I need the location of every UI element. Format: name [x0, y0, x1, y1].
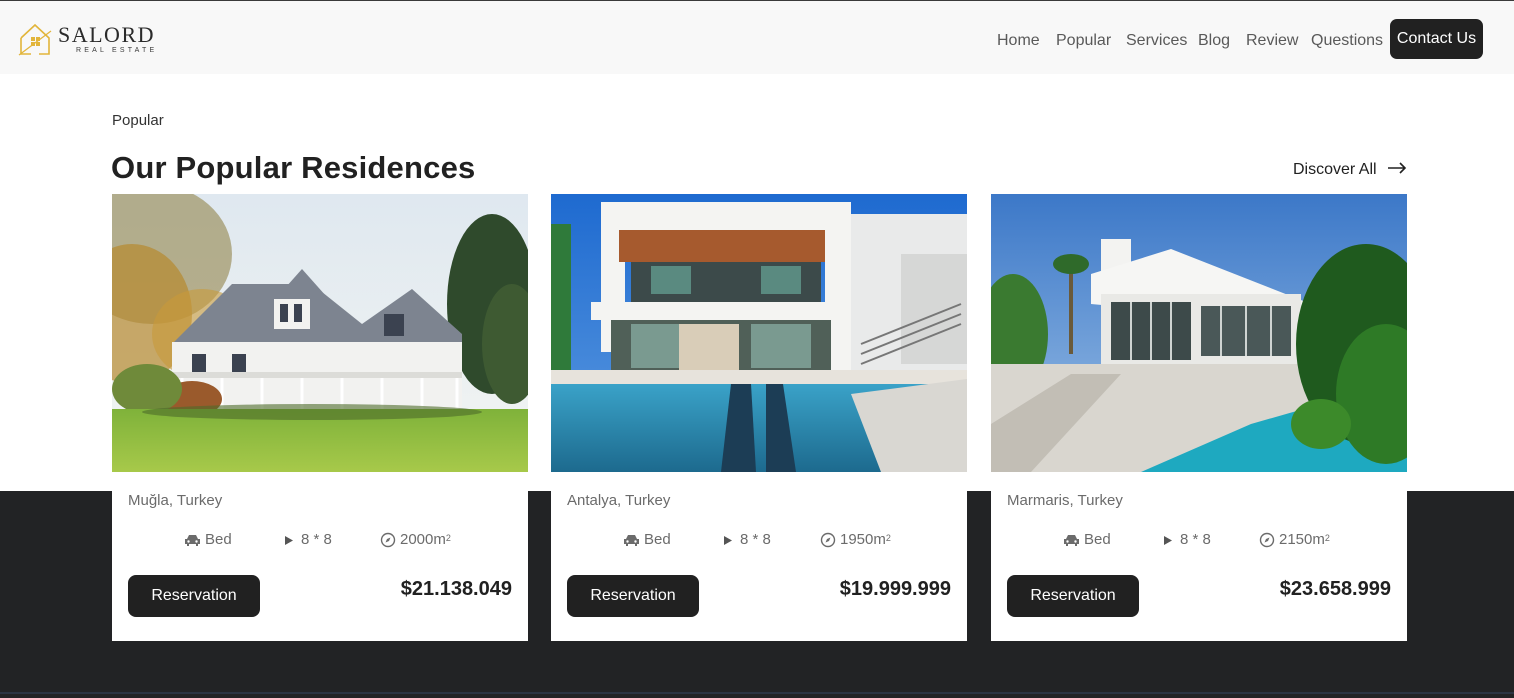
- rooms-feature: 8 * 8: [284, 531, 332, 549]
- villa-pool-photo[interactable]: [551, 194, 967, 472]
- car-icon: [1064, 534, 1079, 546]
- area-feature: 1950m 2: [820, 531, 891, 549]
- car-icon: [185, 534, 200, 546]
- discover-all-link[interactable]: Discover All: [1293, 160, 1377, 180]
- navbar: SALORD REAL ESTATE Home Popular Services…: [0, 1, 1514, 74]
- area-label: 1950m: [840, 531, 886, 548]
- area-label: 2000m: [400, 531, 446, 548]
- area-label: 2150m: [1279, 531, 1325, 548]
- compass-icon: [1259, 532, 1275, 548]
- section-label: Popular: [112, 112, 164, 129]
- bottom-divider: [0, 692, 1514, 694]
- listing-location: Muğla, Turkey: [128, 492, 223, 509]
- brand-name: SALORD: [58, 22, 156, 47]
- brand-tagline: REAL ESTATE: [76, 47, 158, 54]
- listing-location: Antalya, Turkey: [567, 492, 671, 509]
- nav-review[interactable]: Review: [1246, 31, 1298, 50]
- play-icon: [285, 535, 293, 545]
- bed-feature: Bed: [623, 531, 671, 549]
- logo[interactable]: SALORD REAL ESTATE: [18, 21, 168, 59]
- listing-price: $19.999.999: [839, 578, 951, 600]
- compass-icon: [380, 532, 396, 548]
- bed-label: Bed: [644, 531, 671, 548]
- house-logo-icon: [18, 23, 52, 56]
- section-title: Our Popular Residences: [111, 150, 476, 185]
- listing-location: Marmaris, Turkey: [1007, 492, 1123, 509]
- reservation-button[interactable]: Reservation: [1007, 575, 1139, 617]
- rooms-label: 8 * 8: [1180, 531, 1211, 548]
- arrow-right-icon[interactable]: [1386, 158, 1408, 178]
- contact-us-button[interactable]: Contact Us: [1390, 19, 1483, 59]
- rooms-label: 8 * 8: [301, 531, 332, 548]
- listing-price: $23.658.999: [1279, 578, 1391, 600]
- bed-label: Bed: [205, 531, 232, 548]
- bed-label: Bed: [1084, 531, 1111, 548]
- rooms-feature: 8 * 8: [723, 531, 771, 549]
- play-icon: [1164, 535, 1172, 545]
- area-unit-exponent: 2: [445, 533, 451, 543]
- listing-card[interactable]: Antalya, Turkey Bed 8 * 8 1950m 2 Reserva…: [551, 194, 967, 641]
- nav-services[interactable]: Services: [1126, 31, 1187, 50]
- area-unit-exponent: 2: [1324, 533, 1330, 543]
- listing-price: $21.138.049: [400, 578, 512, 600]
- play-icon: [724, 535, 732, 545]
- house-photo[interactable]: [112, 194, 528, 472]
- reservation-button[interactable]: Reservation: [567, 575, 699, 617]
- rooms-feature: 8 * 8: [1163, 531, 1211, 549]
- bed-feature: Bed: [184, 531, 232, 549]
- car-icon: [624, 534, 639, 546]
- nav-blog[interactable]: Blog: [1198, 31, 1230, 50]
- area-feature: 2150m 2: [1259, 531, 1330, 549]
- nav-questions[interactable]: Questions: [1311, 31, 1383, 50]
- area-unit-exponent: 2: [885, 533, 891, 543]
- reservation-button[interactable]: Reservation: [128, 575, 260, 617]
- listing-card[interactable]: Marmaris, Turkey Bed 8 * 8 2150m 2 Reserv…: [991, 194, 1407, 641]
- modern-house-photo[interactable]: [991, 194, 1407, 472]
- compass-icon: [820, 532, 836, 548]
- rooms-label: 8 * 8: [740, 531, 771, 548]
- area-feature: 2000m 2: [380, 531, 451, 549]
- nav-popular[interactable]: Popular: [1056, 31, 1111, 50]
- nav-home[interactable]: Home: [997, 31, 1040, 50]
- listing-card[interactable]: Muğla, Turkey Bed 8 * 8 2000m 2 Reservati…: [112, 194, 528, 641]
- bed-feature: Bed: [1063, 531, 1111, 549]
